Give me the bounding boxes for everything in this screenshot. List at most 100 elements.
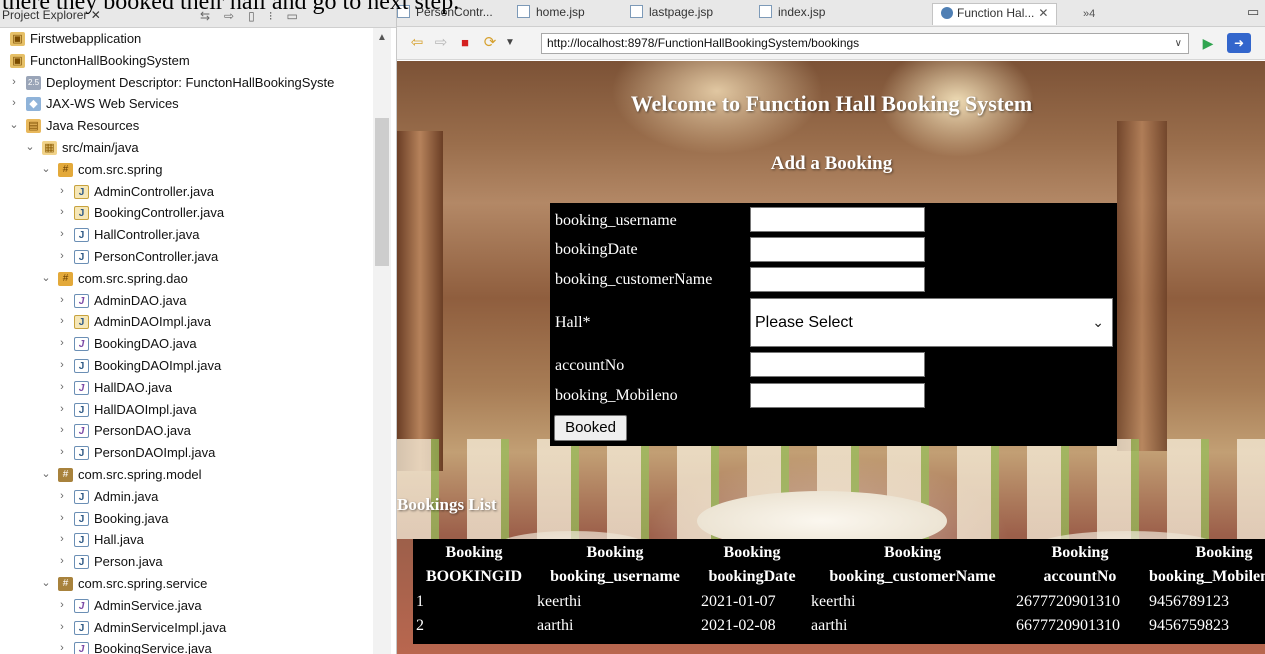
tree-item[interactable]: › J Hall.java	[0, 529, 372, 551]
tree-item[interactable]: › ◆ JAX-WS Web Services	[0, 93, 372, 115]
chevron-right-icon[interactable]: ›	[56, 595, 68, 617]
table-cell: 6677720901310	[1016, 617, 1120, 634]
tree-item[interactable]: › J Person.java	[0, 551, 372, 573]
tree-item[interactable]: › J AdminDAOImpl.java	[0, 311, 372, 333]
chevron-right-icon[interactable]: ›	[8, 72, 20, 94]
form-title: Add a Booking	[770, 153, 893, 174]
chevron-right-icon[interactable]: ›	[56, 551, 68, 573]
table-header: Booking	[884, 544, 941, 561]
tree-item[interactable]: › J BookingController.java	[0, 202, 372, 224]
date-input[interactable]	[750, 237, 925, 262]
chevron-right-icon[interactable]: ›	[56, 290, 68, 312]
username-input[interactable]	[750, 207, 925, 232]
tree-item[interactable]: › J BookingService.java	[0, 638, 372, 654]
chevron-down-icon[interactable]: ⌄	[40, 159, 52, 181]
browser-menu-icon[interactable]: ➜	[1227, 33, 1251, 53]
chevron-right-icon[interactable]: ›	[56, 246, 68, 268]
chevron-right-icon[interactable]: ›	[56, 202, 68, 224]
chevron-right-icon[interactable]: ›	[56, 181, 68, 203]
tree-item[interactable]: ▣ FunctonHallBookingSystem	[0, 50, 372, 72]
chevron-down-icon[interactable]: ⌄	[8, 115, 20, 137]
tree-item[interactable]: › J BookingDAOImpl.java	[0, 355, 372, 377]
tree-item[interactable]: › J PersonDAOImpl.java	[0, 442, 372, 464]
go-icon[interactable]: ▶	[1197, 33, 1219, 53]
booked-button[interactable]: Booked	[554, 415, 627, 441]
chevron-right-icon[interactable]: ›	[56, 377, 68, 399]
scroll-up-icon[interactable]: ▲	[373, 32, 391, 43]
tab-lastpage-jsp[interactable]: lastpage.jsp	[630, 3, 713, 25]
tree-item[interactable]: › J AdminController.java	[0, 181, 372, 203]
tab-function-hall[interactable]: Function Hal... ✕	[932, 3, 1058, 25]
tree-item[interactable]: › J AdminService.java	[0, 595, 372, 617]
customer-name-input[interactable]	[750, 267, 925, 292]
tree-item[interactable]: ⌄ # com.src.spring.service	[0, 573, 372, 595]
chevron-right-icon[interactable]: ›	[56, 617, 68, 639]
chevron-down-icon[interactable]: ⌄	[40, 268, 52, 290]
scrollbar-thumb[interactable]	[375, 118, 389, 266]
editor-tab-bar: PersonContr... home.jsp lastpage.jsp ind…	[397, 0, 1265, 27]
tree-item[interactable]: › J PersonDAO.java	[0, 420, 372, 442]
java-warning-file-icon: J	[74, 206, 89, 221]
package-icon: #	[58, 271, 73, 286]
chevron-down-icon[interactable]: ⌄	[40, 464, 52, 486]
chevron-right-icon[interactable]: ›	[56, 420, 68, 442]
java-interface-file-icon: J	[74, 598, 89, 613]
chevron-down-icon: ⌄	[1092, 314, 1104, 330]
tree-item[interactable]: ⌄ # com.src.spring.model	[0, 464, 372, 486]
minimize-icon[interactable]: ▭	[1247, 4, 1259, 20]
refresh-icon[interactable]: ⟳	[479, 33, 501, 53]
tree-item[interactable]: › J HallController.java	[0, 224, 372, 246]
date-label: bookingDate	[555, 241, 638, 258]
tree-item-label: BookingController.java	[94, 205, 225, 221]
chevron-down-icon[interactable]: ⌄	[40, 573, 52, 595]
chevron-right-icon[interactable]: ›	[56, 311, 68, 333]
chevron-right-icon[interactable]: ›	[56, 442, 68, 464]
java-resources-icon: ▤	[26, 119, 41, 134]
chevron-down-icon[interactable]: ⌄	[24, 137, 36, 159]
url-input[interactable]: http://localhost:8978/FunctionHallBookin…	[541, 33, 1189, 54]
tree-item-label: JAX-WS Web Services	[46, 96, 179, 112]
tree-item[interactable]: ⌄ # com.src.spring	[0, 159, 372, 181]
tab-home-jsp[interactable]: home.jsp	[517, 3, 585, 25]
tree-item[interactable]: › J HallDAOImpl.java	[0, 399, 372, 421]
tree-item[interactable]: › J AdminDAO.java	[0, 290, 372, 312]
jsp-file-icon	[517, 5, 530, 18]
back-icon[interactable]: ⇦	[407, 33, 427, 53]
chevron-right-icon[interactable]: ›	[56, 529, 68, 551]
tree-item[interactable]: ▣ Firstwebapplication	[0, 28, 372, 50]
tree-item[interactable]: › J AdminServiceImpl.java	[0, 617, 372, 639]
chevron-right-icon[interactable]: ›	[56, 333, 68, 355]
explorer-scrollbar[interactable]: ▲	[373, 28, 391, 654]
mobile-input[interactable]	[750, 383, 925, 408]
project-tree: ▣ Firstwebapplication ▣ FunctonHallBookingS…	[0, 28, 372, 654]
chevron-right-icon[interactable]: ›	[56, 399, 68, 421]
chevron-right-icon[interactable]: ›	[56, 355, 68, 377]
tree-item[interactable]: ⌄ # com.src.spring.dao	[0, 268, 372, 290]
tree-item[interactable]: › J BookingDAO.java	[0, 333, 372, 355]
tab-index-jsp[interactable]: index.jsp	[759, 3, 825, 25]
background-pillar	[397, 131, 443, 471]
chevron-down-icon[interactable]: ▼	[503, 33, 517, 53]
chevron-down-icon[interactable]: ∨	[1175, 34, 1182, 53]
tree-item-label: com.src.spring.dao	[78, 270, 188, 286]
tree-item[interactable]: › J Booking.java	[0, 508, 372, 530]
chevron-right-icon[interactable]: ›	[56, 224, 68, 246]
chevron-right-icon[interactable]: ›	[8, 93, 20, 115]
tree-item[interactable]: › J PersonController.java	[0, 246, 372, 268]
package-empty-icon: #	[58, 576, 73, 591]
tab-overflow[interactable]: »4	[1083, 8, 1095, 20]
mobile-label: booking_Mobileno	[555, 387, 678, 404]
tree-item[interactable]: › J Admin.java	[0, 486, 372, 508]
chevron-right-icon[interactable]: ›	[56, 508, 68, 530]
tree-item[interactable]: ⌄ ▦ src/main/java	[0, 137, 372, 159]
chevron-right-icon[interactable]: ›	[56, 486, 68, 508]
close-icon[interactable]: ✕	[1038, 6, 1048, 20]
tree-item[interactable]: › 2.5 Deployment Descriptor: FunctonHallBo…	[0, 72, 372, 94]
tree-item[interactable]: › J HallDAO.java	[0, 377, 372, 399]
chevron-right-icon[interactable]: ›	[56, 638, 68, 654]
hall-select[interactable]: Please Select ⌄	[750, 298, 1113, 347]
account-input[interactable]	[750, 352, 925, 377]
forward-icon[interactable]: ⇨	[431, 33, 451, 53]
stop-icon[interactable]: ■	[455, 33, 475, 53]
tree-item[interactable]: ⌄ ▤ Java Resources	[0, 115, 372, 137]
